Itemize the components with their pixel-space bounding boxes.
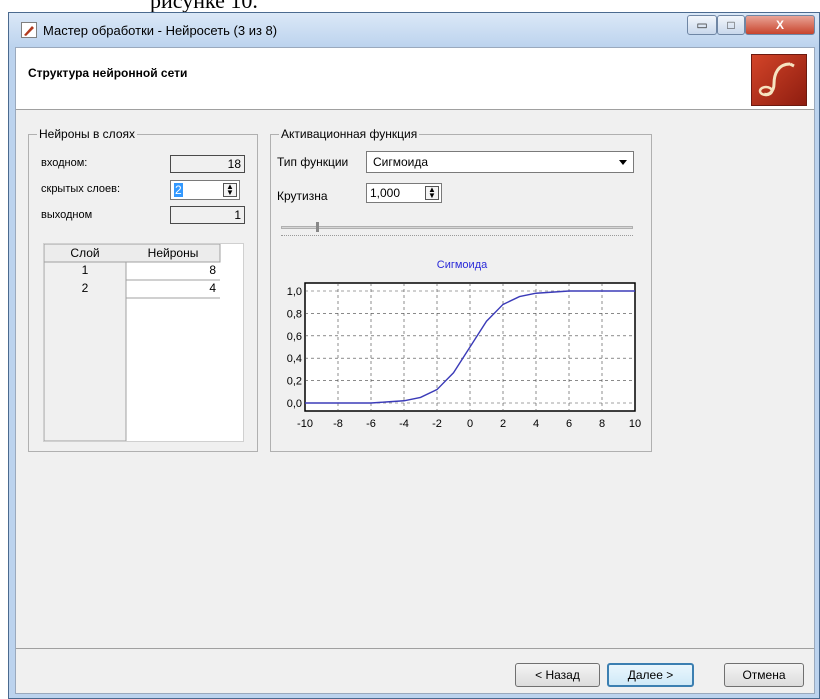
spinner-arrows-icon[interactable]: ▲ ▼: [425, 186, 439, 200]
steepness-spinner[interactable]: 1,000 ▲ ▼: [366, 183, 442, 203]
minimize-button[interactable]: ▭: [687, 15, 717, 35]
close-button[interactable]: X: [745, 15, 815, 35]
steepness-label: Крутизна: [277, 189, 328, 203]
function-type-select[interactable]: Сигмоида: [366, 151, 634, 173]
table-row[interactable]: 1 8: [44, 263, 220, 280]
neurons-group: Нейроны в слоях входном: 18 скрытых слое…: [28, 127, 258, 452]
pipe-logo-icon: [751, 54, 807, 106]
chart-title: Сигмоида: [436, 259, 488, 271]
neurons-group-legend: Нейроны в слоях: [37, 127, 137, 141]
row-neurons-cell[interactable]: 8: [126, 263, 216, 277]
input-layer-label: входном:: [41, 157, 88, 169]
function-type-label: Тип функции: [277, 155, 349, 169]
y-tick-label: 0,6: [287, 331, 302, 343]
x-tick-label: -4: [399, 418, 409, 430]
output-layer-label: выходном: [41, 209, 93, 221]
x-tick-label: -2: [432, 418, 442, 430]
slider-ticks: [281, 235, 633, 240]
page-title: Структура нейронной сети: [28, 66, 188, 80]
x-tick-label: 10: [629, 418, 641, 430]
activation-group-legend: Активационная функция: [279, 127, 420, 141]
y-tick-label: 0,8: [287, 308, 302, 320]
column-header-layer[interactable]: Слой: [44, 246, 126, 260]
x-tick-label: 2: [500, 418, 506, 430]
next-button[interactable]: Далее >: [607, 663, 694, 687]
spinner-arrows-icon[interactable]: ▲ ▼: [223, 183, 237, 197]
wizard-header: Структура нейронной сети: [16, 48, 814, 110]
y-tick-label: 1,0: [287, 286, 302, 298]
y-tick-label: 0,4: [287, 353, 302, 365]
row-neurons-cell[interactable]: 4: [126, 281, 216, 295]
x-tick-label: -8: [333, 418, 343, 430]
column-header-neurons[interactable]: Нейроны: [126, 246, 220, 260]
steepness-slider[interactable]: [281, 226, 633, 229]
hidden-layers-spinner[interactable]: 2 ▲ ▼: [170, 180, 240, 200]
sigmoid-chart: -10 -8 -6 -4 -2 0 2 4 6 8 10 1,0 0,8 0,6 0,4 0,2 0,0: [287, 282, 641, 430]
footer-separator: [16, 648, 814, 649]
y-tick-label: 0,0: [287, 398, 302, 410]
steepness-value[interactable]: 1,000: [370, 184, 400, 202]
x-tick-label: -6: [366, 418, 376, 430]
x-tick-label: -10: [297, 418, 313, 430]
maximize-button[interactable]: □: [717, 15, 745, 35]
cancel-button[interactable]: Отмена: [724, 663, 804, 687]
activation-group: Активационная функция Тип функции Сигмои…: [270, 127, 652, 452]
x-tick-label: 8: [599, 418, 605, 430]
title-bar: Мастер обработки - Нейросеть (3 из 8) ▭ …: [9, 13, 819, 47]
chevron-down-icon: [619, 160, 627, 165]
row-layer-cell: 1: [81, 263, 89, 277]
window-title: Мастер обработки - Нейросеть (3 из 8): [43, 23, 278, 38]
input-neurons-field: 18: [170, 155, 245, 173]
hidden-layers-value[interactable]: 2: [174, 183, 183, 197]
function-type-value: Сигмоида: [373, 155, 429, 169]
row-layer-cell: 2: [81, 281, 89, 295]
wizard-client: Структура нейронной сети Нейроны в слоях…: [15, 47, 815, 694]
app-icon: [21, 22, 37, 38]
table-row[interactable]: 2 4: [44, 281, 220, 298]
back-button[interactable]: < Назад: [515, 663, 600, 687]
y-tick-label: 0,2: [287, 376, 302, 388]
hidden-layers-label: скрытых слоев:: [41, 183, 121, 195]
x-tick-label: 0: [467, 418, 473, 430]
x-tick-label: 6: [566, 418, 572, 430]
wizard-window: Мастер обработки - Нейросеть (3 из 8) ▭ …: [8, 12, 820, 699]
x-tick-label: 4: [533, 418, 539, 430]
steepness-slider-thumb[interactable]: [316, 222, 320, 232]
layers-table[interactable]: Слой Нейроны 1 8 2 4: [43, 243, 244, 442]
output-neurons-field: 1: [170, 206, 245, 224]
